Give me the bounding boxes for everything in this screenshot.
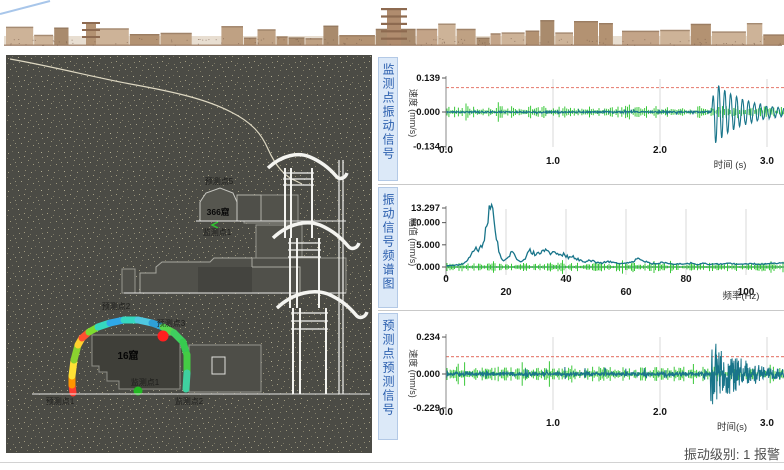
chart-stack: 监测点振动信号 0.139 0.000 -0.134 0.0 1.0 2.0 3.0 时间 (… [378, 55, 784, 442]
y-tick-label: 0.234 [416, 332, 440, 343]
y-tick-label: 0.000 [416, 262, 440, 273]
label-predict-point-3: 预测点3 [157, 318, 186, 328]
x-tick-label: 60 [620, 287, 632, 298]
vibration-level-status: 振动级别: 1 报警 [684, 444, 780, 463]
label-cave-16: 16窟 [117, 349, 138, 362]
monitor-signal-chart: 0.139 0.000 -0.134 0.0 1.0 2.0 3.0 时间 (s) 速度 (mm… [408, 73, 784, 171]
predicted-signal-chart: 0.234 0.000 -0.229 0.0 1.0 2.0 3.0 时间(s) 速度 (mm/… [408, 332, 784, 433]
panel-title-text: 监测点振动信号 [381, 63, 395, 161]
x-axis-label: 频率(Hz) [723, 290, 760, 302]
x-tick-label: 2.0 [653, 145, 667, 156]
cave-366-annex [236, 194, 262, 222]
label-monitor-point-2: 监测点2 [175, 396, 204, 406]
spectrum-series [445, 202, 784, 267]
y-tick-label: -0.134 [413, 142, 441, 153]
x-tick-label: 0 [443, 274, 449, 285]
y-axis-label: 速度 (mm/s) [408, 349, 419, 398]
x-tick-label: 1.0 [546, 418, 560, 429]
cliff-background [6, 55, 372, 453]
x-tick-label: 80 [680, 274, 692, 285]
signal-series [445, 343, 784, 405]
y-axis-label: 速度 (mm/s) [408, 89, 419, 138]
panorama-banner [0, 0, 784, 54]
label-predict-point-1: 预测点1 [46, 396, 75, 406]
chart-row-spectrum: 振动信号频谱图 13.297 10.000 5.000 0.000 0 20 40 60 80 1… [378, 184, 784, 311]
y-tick-label: 0.000 [416, 369, 440, 380]
spectrum-chart: 13.29710.0005.0000.000020406080100频率(Hz)… [408, 202, 784, 302]
x-tick-label: 3.0 [760, 418, 774, 429]
x-tick-label: 2.0 [653, 407, 667, 418]
chart-row-predicted-signal: 预测点预测信号 0.234 0.000 -0.229 0.0 1.0 2.0 3.0 时间(s… [378, 310, 784, 443]
panel-title-text: 振动信号频谱图 [381, 193, 395, 291]
y-tick-label: 0.000 [416, 107, 440, 118]
cave-section-diagram: 预测点5 366窟 监测点1 16窟 预测点2 预测点3 预测点1 监测点1 监… [6, 55, 372, 453]
label-predict-point-2: 预测点2 [102, 301, 131, 311]
section-diagram-panel: 预测点5 366窟 监测点1 16窟 预测点2 预测点3 预测点1 监测点1 监… [6, 55, 372, 453]
vibration-level-text: 振动级别: 1 报警 [683, 447, 780, 462]
panel-title-predicted-signal: 预测点预测信号 [378, 313, 398, 440]
panel-title-monitor-signal: 监测点振动信号 [378, 57, 398, 181]
y-axis-label: 幅值 (mm/s) [408, 218, 419, 267]
label-monitor-point-1-upper: 监测点1 [203, 227, 232, 237]
y-tick-label: 0.139 [416, 73, 440, 84]
x-axis-label: 时间 (s) [714, 159, 747, 171]
x-tick-label: 1.0 [546, 156, 560, 167]
bottom-divider [0, 462, 784, 463]
x-tick-label: 0.0 [439, 145, 453, 156]
predict-point-3-dot [157, 330, 169, 342]
x-tick-label: 40 [560, 274, 572, 285]
panel-title-text: 预测点预测信号 [381, 319, 395, 417]
x-tick-label: 3.0 [760, 156, 774, 167]
label-monitor-point-1: 监测点1 [131, 377, 160, 387]
y-tick-label: -0.229 [413, 403, 440, 414]
y-tick-label: 5.000 [416, 240, 440, 251]
label-cave-366: 366窟 [207, 207, 230, 217]
y-tick-label: 13.297 [411, 203, 440, 214]
x-tick-label: 20 [500, 287, 512, 298]
chart-row-monitor-signal: 监测点振动信号 0.139 0.000 -0.134 0.0 1.0 2.0 3.0 时间 (… [378, 55, 784, 184]
x-axis-label: 时间(s) [717, 421, 747, 433]
label-predict-point-5: 预测点5 [205, 176, 234, 186]
panel-title-spectrum: 振动信号频谱图 [378, 187, 398, 308]
x-tick-label: 0.0 [439, 407, 453, 418]
